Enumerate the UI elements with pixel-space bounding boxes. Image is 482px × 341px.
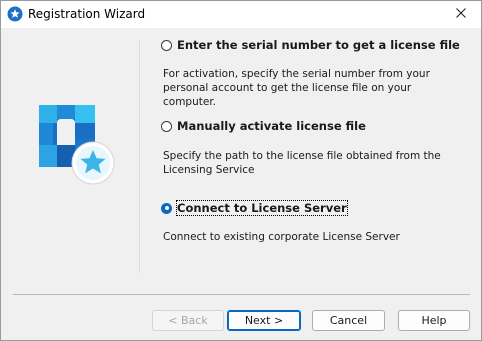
option-license-server-description: Connect to existing corporate License Se…	[163, 231, 400, 243]
option-manual-activation-label[interactable]: Manually activate license file	[177, 119, 366, 133]
star-badge-icon	[7, 6, 23, 22]
product-logo-icon	[35, 101, 119, 189]
option-license-server-label[interactable]: Connect to License Server	[176, 200, 348, 216]
back-button[interactable]: < Back	[152, 310, 224, 331]
radio-manual-activation[interactable]	[161, 120, 172, 132]
registration-wizard-window: Registration Wizard Enter the serial num…	[0, 0, 482, 341]
next-button[interactable]: Next >	[227, 310, 301, 331]
window-title: Registration Wizard	[28, 7, 146, 21]
cancel-button[interactable]: Cancel	[312, 310, 385, 331]
option-manual-activation[interactable]: Manually activate license file	[161, 119, 366, 133]
footer-divider	[13, 294, 470, 295]
option-serial-number-label[interactable]: Enter the serial number to get a license…	[177, 38, 460, 52]
option-serial-number-description: For activation, specify the serial numbe…	[163, 68, 430, 108]
radio-license-server[interactable]	[161, 202, 172, 214]
close-button[interactable]	[441, 1, 481, 28]
option-license-server[interactable]: Connect to License Server	[161, 200, 348, 216]
radio-serial-number[interactable]	[161, 39, 172, 51]
option-serial-number[interactable]: Enter the serial number to get a license…	[161, 38, 460, 52]
option-manual-activation-description: Specify the path to the license file obt…	[163, 150, 441, 176]
close-icon	[456, 8, 466, 21]
help-button[interactable]: Help	[398, 310, 470, 331]
vertical-divider	[139, 41, 140, 273]
title-bar[interactable]: Registration Wizard	[1, 1, 481, 28]
